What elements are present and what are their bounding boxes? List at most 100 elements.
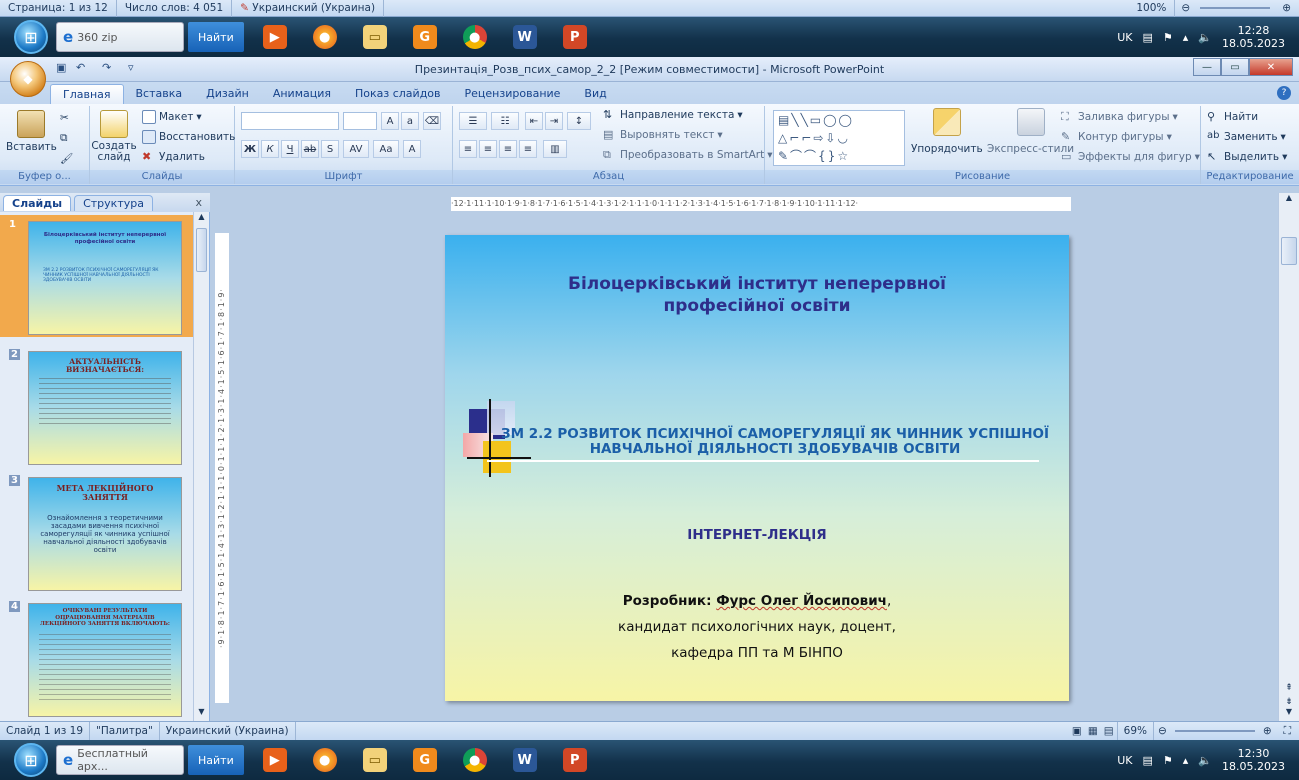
shape-effects-button[interactable]: ▭ Эффекты для фигур ▾ — [1061, 150, 1200, 164]
font-size-combo[interactable] — [343, 112, 377, 130]
save-icon[interactable]: ▣ — [56, 61, 70, 75]
find-button[interactable]: ⚲ Найти — [1207, 110, 1258, 124]
volume-icon[interactable]: 🔈 — [1198, 31, 1212, 44]
author-degree[interactable]: кандидат психологічних наук, доцент, — [445, 619, 1069, 635]
slide-title[interactable]: Білоцерківський інститут неперервної про… — [505, 273, 1009, 317]
replace-button[interactable]: ab Заменить ▾ — [1207, 130, 1286, 144]
shape-outline-button[interactable]: ✎ Контур фигуры ▾ — [1061, 130, 1172, 144]
tab-view[interactable]: Вид — [572, 84, 618, 104]
file-explorer-app[interactable]: ▭ — [356, 20, 394, 54]
taskbar-search-input[interactable]: e 360 zip — [56, 22, 184, 52]
lecture-format[interactable]: ІНТЕРНЕТ-ЛЕКЦІЯ — [445, 527, 1069, 543]
normal-view-icon[interactable]: ▣ — [1069, 725, 1085, 737]
media-player-app[interactable]: ▶ — [256, 743, 294, 777]
tab-insert[interactable]: Вставка — [124, 84, 195, 104]
status-zoom-in-icon[interactable]: ⊕ — [1259, 725, 1276, 737]
panel-scrollbar[interactable]: ▲ ▼ — [193, 212, 209, 721]
font-name-combo[interactable] — [241, 112, 339, 130]
smartart-button[interactable]: ⧉ Преобразовать в SmartArt ▾ — [603, 148, 772, 162]
bullets-icon[interactable]: ☰ — [459, 112, 487, 130]
clock[interactable]: 12:30 18.05.2023 — [1222, 747, 1285, 773]
zoom-out-icon[interactable]: ⊖ — [1175, 2, 1196, 14]
italic-icon[interactable]: К — [261, 140, 279, 158]
scroll-thumb[interactable] — [196, 228, 207, 272]
taskbar-search-button[interactable]: Найти — [188, 745, 244, 775]
char-spacing-icon[interactable]: AV — [343, 140, 369, 158]
close-button[interactable]: ✕ — [1249, 58, 1293, 76]
next-slide-icon[interactable]: ⇟ — [1279, 697, 1299, 707]
scroll-down-icon[interactable]: ▼ — [1279, 707, 1299, 721]
select-button[interactable]: ↖ Выделить ▾ — [1207, 150, 1287, 164]
thumbnail-slide-4[interactable]: 4 ОЧІКУВАНІ РЕЗУЛЬТАТИ ОПРАЦЮВАННЯ МАТЕР… — [0, 597, 193, 719]
start-button[interactable]: ⊞ — [14, 20, 48, 54]
zoom-slider[interactable] — [1200, 7, 1271, 9]
slideshow-icon[interactable]: ▤ — [1101, 725, 1117, 737]
tab-review[interactable]: Рецензирование — [453, 84, 573, 104]
flag-icon[interactable]: ⚑ — [1163, 754, 1173, 767]
scroll-up-icon[interactable]: ▲ — [194, 212, 209, 226]
office-button[interactable]: ◆ — [10, 61, 46, 97]
justify-icon[interactable]: ≡ — [519, 140, 537, 158]
status-zoom-level[interactable]: 69% — [1116, 721, 1155, 741]
slide-sorter-icon[interactable]: ▦ — [1085, 725, 1101, 737]
network-icon[interactable]: ▤ — [1143, 31, 1153, 44]
thumbnail-slide-3[interactable]: 3 МЕТА ЛЕКЦІЙНОГО ЗАНЯТТЯ Ознайомлення з… — [0, 471, 193, 593]
maximize-button[interactable]: ▭ — [1221, 58, 1249, 76]
tab-slides[interactable]: Слайды — [3, 194, 72, 211]
chrome-app[interactable]: ● — [456, 743, 494, 777]
align-left-icon[interactable]: ≡ — [459, 140, 477, 158]
align-center-icon[interactable]: ≡ — [479, 140, 497, 158]
word-app[interactable]: W — [506, 20, 544, 54]
tab-slideshow[interactable]: Показ слайдов — [343, 84, 453, 104]
strikethrough-icon[interactable]: ab — [301, 140, 319, 158]
columns-icon[interactable]: ▥ — [543, 140, 567, 158]
network-icon[interactable]: ▤ — [1143, 754, 1153, 767]
undo-icon[interactable]: ↶ — [76, 61, 90, 75]
thumbnail-slide-1[interactable]: 1 Білоцерківський інститут неперервної п… — [0, 215, 193, 337]
increase-indent-icon[interactable]: ⇥ — [545, 112, 563, 130]
minimize-button[interactable]: — — [1193, 58, 1221, 76]
firefox-app[interactable]: ● — [306, 743, 344, 777]
redo-icon[interactable]: ↷ — [102, 61, 116, 75]
flag-icon[interactable]: ⚑ — [1163, 31, 1173, 44]
paste-button[interactable]: Вставить — [6, 110, 57, 153]
underline-icon[interactable]: Ч — [281, 140, 299, 158]
previous-slide-icon[interactable]: ⇞ — [1279, 683, 1299, 693]
scroll-up-icon[interactable]: ▲ — [1279, 193, 1299, 207]
start-button[interactable]: ⊞ — [14, 743, 48, 777]
bold-icon[interactable]: Ж — [241, 140, 259, 158]
editor-scrollbar[interactable]: ▲ ⇞ ⇟ ▼ — [1278, 193, 1299, 721]
clock[interactable]: 12:28 18.05.2023 — [1222, 24, 1285, 50]
scroll-down-icon[interactable]: ▼ — [194, 707, 209, 721]
media-player-app[interactable]: ▶ — [256, 20, 294, 54]
author-line[interactable]: Розробник: Фурс Олег Йосипович, — [445, 593, 1069, 609]
help-icon[interactable]: ? — [1277, 86, 1291, 100]
keyboard-language[interactable]: UK — [1117, 754, 1132, 767]
tab-outline[interactable]: Структура — [74, 194, 153, 211]
grow-font-icon[interactable]: A — [381, 112, 399, 130]
powerpoint-app[interactable]: P — [556, 743, 594, 777]
tab-home[interactable]: Главная — [50, 84, 124, 104]
line-spacing-icon[interactable]: ↕ — [567, 112, 591, 130]
shadow-icon[interactable]: S — [321, 140, 339, 158]
pdf-app[interactable]: G — [406, 20, 444, 54]
format-painter-icon[interactable]: 🖌 — [60, 152, 73, 165]
taskbar-search-input[interactable]: e Бесплатный арх... — [56, 745, 184, 775]
show-hidden-icon[interactable]: ▴ — [1183, 31, 1189, 44]
word-app[interactable]: W — [506, 743, 544, 777]
shapes-gallery[interactable]: ▤╲╲▭◯◯ △⌐⌐⇨⇩◡ ✎⌒⌒{}☆ — [773, 110, 905, 166]
file-explorer-app[interactable]: ▭ — [356, 743, 394, 777]
volume-icon[interactable]: 🔈 — [1198, 754, 1212, 767]
arrange-button[interactable]: Упорядочить — [911, 108, 983, 155]
text-direction-button[interactable]: ⇅ Направление текста ▾ — [603, 108, 743, 122]
cut-icon[interactable]: ✂ — [60, 112, 69, 124]
current-slide[interactable]: Білоцерківський інститут неперервної про… — [445, 235, 1069, 701]
thumbnail-slide-2[interactable]: 2 АКТУАЛЬНІСТЬ ВИЗНАЧАЄТЬСЯ: — [0, 345, 193, 467]
close-panel-icon[interactable]: x — [195, 196, 202, 209]
tab-design[interactable]: Дизайн — [194, 84, 261, 104]
pdf-app[interactable]: G — [406, 743, 444, 777]
show-hidden-icon[interactable]: ▴ — [1183, 754, 1189, 767]
new-slide-button[interactable]: Создать слайд — [91, 110, 137, 163]
keyboard-language[interactable]: UK — [1117, 31, 1132, 44]
powerpoint-app[interactable]: P — [556, 20, 594, 54]
